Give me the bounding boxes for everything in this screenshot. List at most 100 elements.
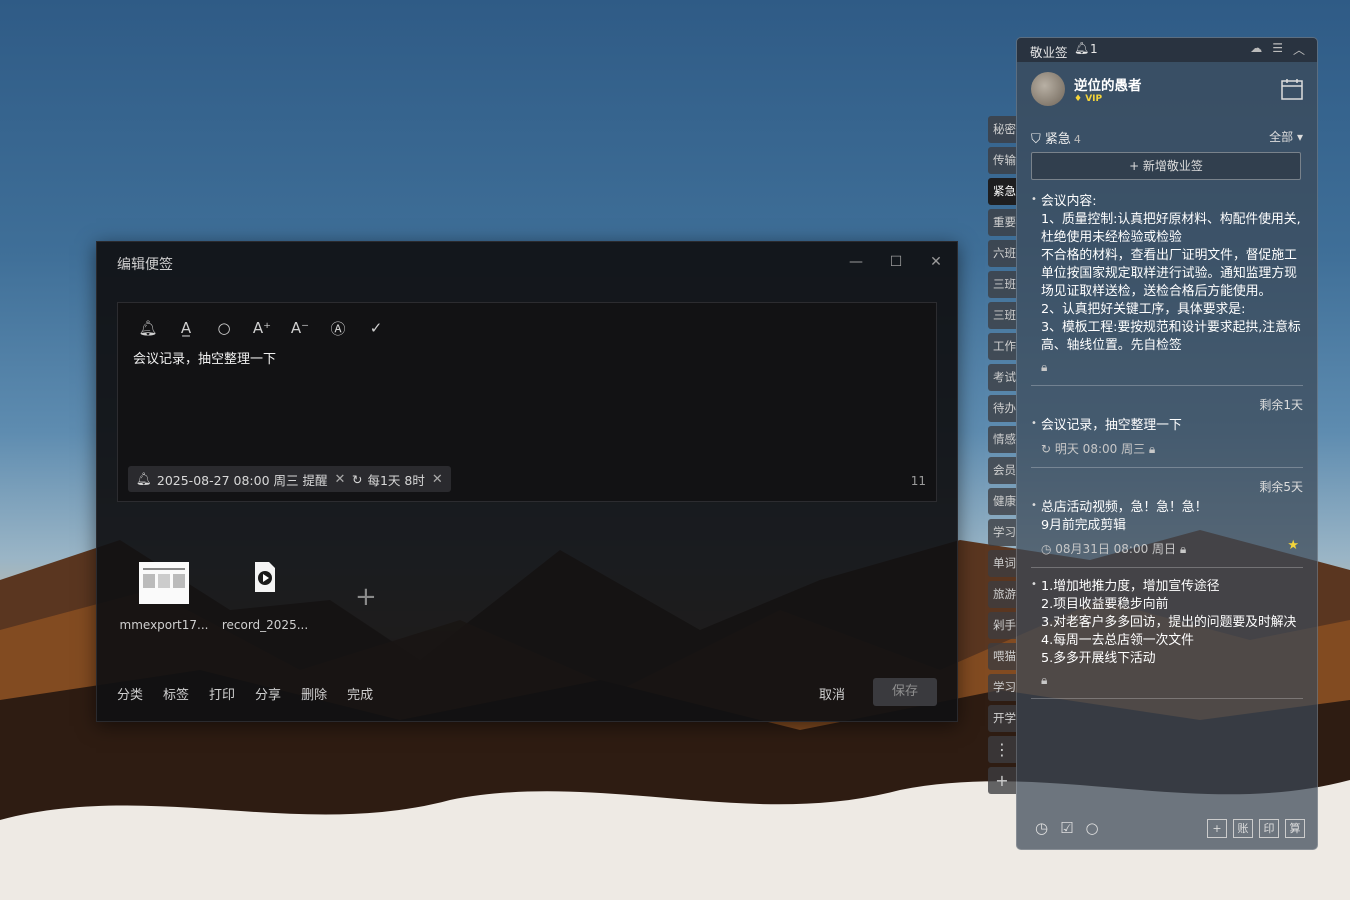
note-editor-area[interactable]: 🔔︎ A̲ ○ A⁺ A⁻ Ⓐ ✓ 会议记录，抽空整理一下 🔔︎ 2025-08… — [117, 302, 937, 502]
bell-icon[interactable]: 🔔︎ — [136, 317, 160, 339]
format-icon[interactable]: Ⓐ — [326, 317, 350, 339]
note-content[interactable]: 会议记录，抽空整理一下 — [133, 348, 276, 367]
search-icon[interactable]: ○ — [212, 317, 236, 339]
format-toolbar: 🔔︎ A̲ ○ A⁺ A⁻ Ⓐ ✓ — [136, 317, 388, 339]
repeat-chip[interactable]: ↻ 每1天 8时 ✕ — [344, 466, 451, 492]
close-button[interactable]: ✕ — [925, 252, 947, 272]
notification-count: 1 — [1090, 42, 1098, 56]
star-icon[interactable]: ★ — [1287, 538, 1299, 553]
reminder-text: 2025-08-27 08:00 周三 提醒 — [156, 472, 328, 488]
list-item[interactable]: 剩余5天 总店活动视频，急！急！急！ 9月前完成剪辑 ◷ 08月31日 08:0… — [1031, 478, 1303, 568]
tab-category[interactable]: 待办 — [988, 395, 1016, 422]
tab-category[interactable]: 六班 — [988, 240, 1016, 267]
add-attachment-button[interactable]: + — [355, 582, 377, 612]
account-icon[interactable]: 账 — [1233, 819, 1253, 838]
char-count: 11 — [910, 474, 926, 488]
vip-badge: ♦ VIP — [1074, 94, 1103, 104]
media-file-icon — [255, 562, 275, 592]
save-button[interactable]: 保存 — [873, 678, 937, 706]
more-tabs-button[interactable]: ⋮ — [988, 736, 1016, 763]
app-name: 敬业签 — [1030, 45, 1068, 60]
avatar[interactable] — [1031, 72, 1065, 106]
list-item[interactable]: 1.增加地推力度，增加宣传途径 2.项目收益要稳步向前 3.对老客户多多回访，提… — [1031, 576, 1303, 699]
cloud-sync-icon[interactable]: ☁ — [1250, 41, 1262, 58]
notes-panel: 敬业签 🔔︎ 1 ☁ ☰ ︿ 逆位的愚者 ♦ VIP ⛉ 紧急 4 全部 ▾ + … — [1016, 37, 1318, 850]
bookmark-icon: ⛉ — [1031, 132, 1045, 147]
editor-actions: 分类 标签 打印 分享 删除 完成 — [117, 684, 373, 703]
category-button[interactable]: 分类 — [117, 684, 143, 703]
note-meta: 🔒︎ — [1041, 360, 1048, 374]
search-icon[interactable]: ○ — [1086, 819, 1099, 837]
tab-category[interactable]: 工作 — [988, 333, 1016, 360]
tab-category[interactable]: 会员 — [988, 457, 1016, 484]
username: 逆位的愚者 — [1074, 78, 1142, 94]
print-button[interactable]: 打印 — [209, 684, 235, 703]
note-meta: ↻ 明天 08:00 周三 🔒︎ — [1041, 442, 1156, 456]
tab-category-active[interactable]: 紧急 — [988, 178, 1016, 205]
calendar-icon[interactable] — [1281, 78, 1303, 100]
add-icon[interactable]: + — [1207, 819, 1227, 838]
tab-category[interactable]: 三班 — [988, 302, 1016, 329]
notes-list: 会议内容: 1、质量控制:认真把好原材料、构配件使用关,杜绝使用未经检验或检验 … — [1031, 193, 1303, 709]
tab-category[interactable]: 考试 — [988, 364, 1016, 391]
tab-category[interactable]: 学习 — [988, 519, 1016, 546]
tab-category[interactable]: 旅游 — [988, 581, 1016, 608]
image-thumbnail-icon — [139, 562, 189, 604]
text-color-icon[interactable]: A̲ — [174, 317, 198, 339]
print-icon[interactable]: 印 — [1259, 819, 1279, 838]
bell-icon: 🔔︎ — [136, 471, 152, 486]
remove-repeat-icon[interactable]: ✕ — [432, 472, 443, 487]
tab-category[interactable]: 重要 — [988, 209, 1016, 236]
tab-category[interactable]: 单词 — [988, 550, 1016, 577]
note-body: 1.增加地推力度，增加宣传途径 2.项目收益要稳步向前 3.对老客户多多回访，提… — [1031, 576, 1303, 668]
tab-category[interactable]: 开学 — [988, 705, 1016, 732]
vip-label: VIP — [1085, 94, 1103, 104]
attachment-image[interactable]: mmexport17... — [119, 562, 209, 632]
tab-category[interactable]: 秘密 — [988, 116, 1016, 143]
reminder-chip[interactable]: 🔔︎ 2025-08-27 08:00 周三 提醒 ✕ — [128, 466, 354, 492]
clock-icon[interactable]: ◷ — [1035, 819, 1048, 837]
panel-bottom-bar: ◷ ☑ ○ + 账 印 算 — [1017, 809, 1317, 849]
tab-category[interactable]: 学习 — [988, 674, 1016, 701]
tab-category[interactable]: 健康 — [988, 488, 1016, 515]
new-note-button[interactable]: + 新增敬业签 — [1031, 152, 1301, 180]
list-item[interactable]: 会议内容: 1、质量控制:认真把好原材料、构配件使用关,杜绝使用未经检验或检验 … — [1031, 193, 1303, 386]
tab-category[interactable]: 剁手 — [988, 612, 1016, 639]
edit-note-window: 编辑便签 — ☐ ✕ 🔔︎ A̲ ○ A⁺ A⁻ Ⓐ ✓ 会议记录，抽空整理一下… — [96, 241, 958, 722]
category-tabs: 秘密 传输 紧急 重要 六班 三班 三班 工作 考试 待办 情感 会员 健康 学… — [988, 116, 1016, 798]
cancel-button[interactable]: 取消 — [819, 684, 845, 703]
tab-category[interactable]: 传输 — [988, 147, 1016, 174]
calculator-icon[interactable]: 算 — [1285, 819, 1305, 838]
font-decrease-icon[interactable]: A⁻ — [288, 317, 312, 339]
repeat-text: 每1天 8时 — [367, 472, 425, 488]
tab-category[interactable]: 喂猫 — [988, 643, 1016, 670]
maximize-button[interactable]: ☐ — [885, 252, 907, 272]
repeat-icon: ↻ — [352, 471, 363, 487]
tab-category[interactable]: 情感 — [988, 426, 1016, 453]
check-icon[interactable]: ✓ — [364, 317, 388, 339]
tab-category[interactable]: 三班 — [988, 271, 1016, 298]
collapse-icon[interactable]: ︿ — [1293, 41, 1305, 58]
share-button[interactable]: 分享 — [255, 684, 281, 703]
panel-titlebar: 敬业签 🔔︎ 1 ☁ ☰ ︿ — [1017, 38, 1317, 62]
attachment-name: record_2025... — [221, 618, 309, 632]
category-header: ⛉ 紧急 4 全部 ▾ — [1031, 128, 1303, 147]
attachment-audio[interactable]: record_2025... — [220, 562, 310, 632]
minimize-button[interactable]: — — [845, 252, 867, 272]
note-body: 总店活动视频，急！急！急！ 9月前完成剪辑 — [1031, 497, 1303, 535]
add-tab-button[interactable]: + — [988, 767, 1016, 794]
menu-icon[interactable]: ☰ — [1272, 41, 1283, 58]
list-item[interactable]: 剩余1天 会议记录，抽空整理一下 ↻ 明天 08:00 周三 🔒︎ — [1031, 396, 1303, 468]
filter-dropdown[interactable]: 全部 ▾ — [1269, 128, 1303, 145]
complete-button[interactable]: 完成 — [347, 684, 373, 703]
note-body: 会议内容: 1、质量控制:认真把好原材料、构配件使用关,杜绝使用未经检验或检验 … — [1031, 193, 1303, 355]
checklist-icon[interactable]: ☑ — [1060, 819, 1073, 837]
note-meta: 🔒︎ — [1041, 673, 1048, 687]
remaining-time: 剩余1天 — [1259, 398, 1303, 412]
tag-button[interactable]: 标签 — [163, 684, 189, 703]
font-increase-icon[interactable]: A⁺ — [250, 317, 274, 339]
note-body: 会议记录，抽空整理一下 — [1031, 415, 1303, 435]
notification-bell-icon[interactable]: 🔔︎ — [1074, 41, 1089, 55]
note-meta: ◷ 08月31日 08:00 周日 🔒︎ — [1041, 542, 1187, 556]
delete-button[interactable]: 删除 — [301, 684, 327, 703]
